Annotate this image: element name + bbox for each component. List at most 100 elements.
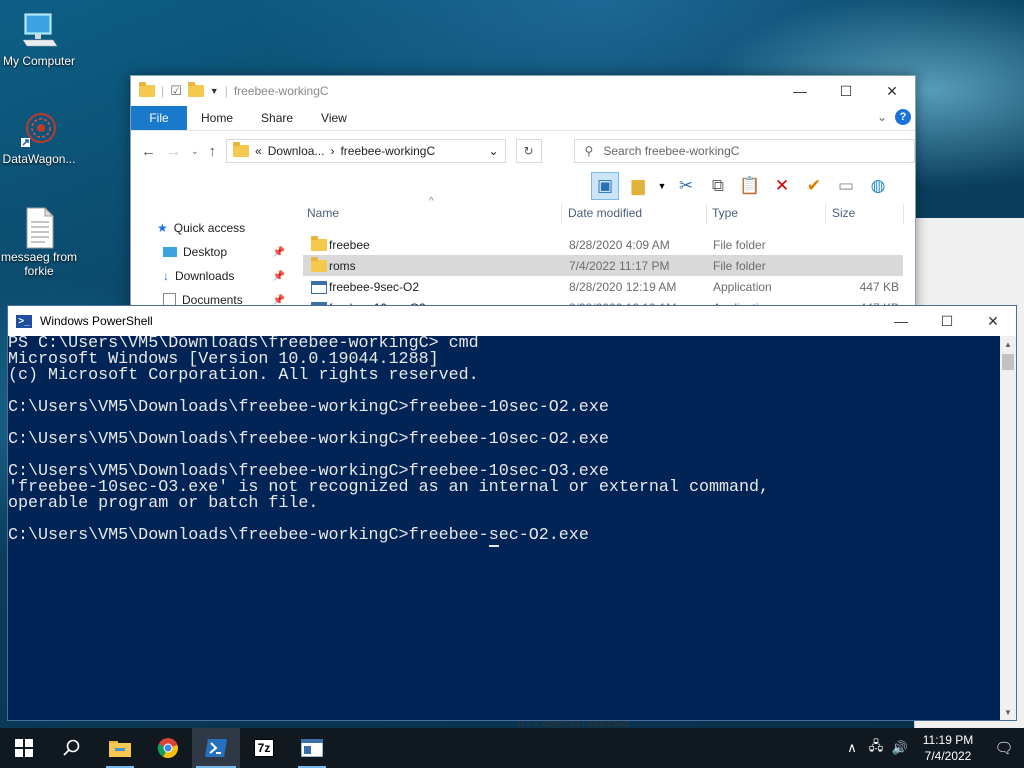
taskbar-chrome[interactable] xyxy=(144,728,192,768)
vertical-scrollbar[interactable]: ▲ ▼ xyxy=(1000,336,1016,720)
volume-icon[interactable]: 🔊 xyxy=(888,740,912,756)
powershell-title-bar[interactable]: >_ Windows PowerShell — ☐ ✕ xyxy=(8,306,1016,336)
minimize-button[interactable]: — xyxy=(777,76,823,106)
column-size[interactable]: Size xyxy=(832,206,855,220)
nav-downloads[interactable]: ↓ Downloads 📌 xyxy=(131,264,301,288)
rename-icon[interactable]: ▭ xyxy=(833,173,859,199)
pin-icon[interactable]: 📌 xyxy=(273,247,285,258)
new-folder-icon[interactable] xyxy=(187,82,204,97)
folder-icon xyxy=(311,236,327,251)
column-name[interactable]: Name xyxy=(307,206,339,220)
file-name: freebee xyxy=(329,238,370,252)
nav-quick-access[interactable]: ★ Quick access xyxy=(131,216,301,240)
check-icon[interactable]: ✔ xyxy=(801,173,827,199)
tab-share[interactable]: Share xyxy=(247,106,307,130)
nav-desktop[interactable]: Desktop 📌 xyxy=(131,240,301,264)
desktop-icon-label: DataWagon... xyxy=(2,152,76,166)
desktop-icon-message-file[interactable]: messaeg from forkie xyxy=(0,206,78,278)
folder-icon xyxy=(109,741,131,757)
breadcrumb-downloads[interactable]: Downloa... xyxy=(268,144,325,158)
taskbar-powershell[interactable] xyxy=(192,728,240,768)
refresh-button[interactable]: ↻ xyxy=(515,139,542,163)
expand-ribbon-icon[interactable]: ⌄ xyxy=(877,110,887,124)
file-row-selected[interactable]: roms 7/4/2022 11:17 PM File folder xyxy=(303,255,903,276)
help-icon[interactable]: ? xyxy=(895,109,911,125)
datawagon-icon xyxy=(19,108,59,148)
up-arrow-icon[interactable]: ↑ xyxy=(209,143,217,160)
tab-view[interactable]: View xyxy=(307,106,361,130)
explorer-title-bar[interactable]: | ☑ ▼ | freebee-workingC — ☐ ✕ xyxy=(131,76,915,106)
address-dropdown-icon[interactable]: ⌄ xyxy=(489,144,499,158)
desktop-icon-label: messaeg from forkie xyxy=(0,250,78,278)
network-icon[interactable]: 🖧 xyxy=(864,737,888,759)
column-date-modified[interactable]: Date modified xyxy=(568,206,642,220)
tab-file[interactable]: File xyxy=(131,106,187,130)
navigation-bar: ← → ⌄ ↑ « Downloa... › freebee-workingC … xyxy=(131,131,915,171)
delete-icon[interactable]: ✕ xyxy=(769,173,795,199)
new-folder-toolbar-icon[interactable]: ▆ xyxy=(625,173,651,199)
chevron-down-icon[interactable]: ▼ xyxy=(210,86,219,96)
taskbar-app-window[interactable] xyxy=(288,728,336,768)
console-line: (c) Microsoft Corporation. All rights re… xyxy=(8,366,479,385)
close-button[interactable]: ✕ xyxy=(970,306,1016,336)
system-tray: ∧ 🖧 🔊 11:19 PM 7/4/2022 🗨 xyxy=(840,728,1024,768)
window-app-icon xyxy=(301,739,323,757)
sort-ascending-icon: ^ xyxy=(429,196,434,207)
address-bar[interactable]: « Downloa... › freebee-workingC ⌄ xyxy=(226,139,506,163)
console-output[interactable]: PS C:\Users\VM5\Downloads\freebee-workin… xyxy=(8,336,1000,720)
paste-icon[interactable]: 📋 xyxy=(737,173,763,199)
console-line: C:\Users\VM5\Downloads\freebee-workingC>… xyxy=(8,430,609,449)
powershell-icon xyxy=(205,739,227,757)
file-explorer-window[interactable]: | ☑ ▼ | freebee-workingC — ☐ ✕ File Home… xyxy=(130,75,916,317)
input-after-cursor: ec-O2.exe xyxy=(498,526,589,545)
file-row[interactable]: freebee 8/28/2020 4:09 AM File folder xyxy=(303,234,903,255)
file-name: roms xyxy=(329,259,356,273)
desktop-icon-datawagon[interactable]: DataWagon... xyxy=(0,108,78,166)
file-type: File folder xyxy=(713,259,766,273)
dropdown-icon[interactable]: ▼ xyxy=(657,173,667,199)
globe-icon[interactable]: ◍ xyxy=(865,173,891,199)
taskbar-file-explorer[interactable] xyxy=(96,728,144,768)
nav-label: Quick access xyxy=(173,221,246,235)
taskbar-7zip[interactable]: 7z xyxy=(240,728,288,768)
clock-time: 11:19 PM xyxy=(922,733,974,747)
maximize-button[interactable]: ☐ xyxy=(924,306,970,336)
forward-arrow-icon[interactable]: → xyxy=(166,143,181,160)
scroll-up-icon[interactable]: ▲ xyxy=(1000,336,1016,352)
text-file-icon xyxy=(19,206,59,249)
notification-center-button[interactable]: 🗨 xyxy=(984,728,1024,768)
7zip-icon: 7z xyxy=(253,739,275,757)
start-button[interactable] xyxy=(0,728,48,768)
cut-icon[interactable]: ✂ xyxy=(673,173,699,199)
navigation-pane: ★ Quick access Desktop 📌 ↓ Downloads 📌 D… xyxy=(131,216,301,312)
powershell-window[interactable]: >_ Windows PowerShell — ☐ ✕ PS C:\Users\… xyxy=(7,305,1017,721)
desktop-icon-my-computer[interactable]: My Computer xyxy=(0,10,78,68)
copy-icon[interactable]: ⧉ xyxy=(705,173,731,199)
search-input[interactable]: ⚲ Search freebee-workingC xyxy=(573,139,915,163)
clock-date: 7/4/2022 xyxy=(924,749,972,763)
chrome-icon xyxy=(157,738,178,759)
file-row[interactable]: freebee-9sec-O2 8/28/2020 12:19 AM Appli… xyxy=(303,276,903,297)
maximize-button[interactable]: ☐ xyxy=(823,76,869,106)
file-list: Name ^ Date modified Type Size freebee 8… xyxy=(303,196,904,316)
file-date: 7/4/2022 11:17 PM xyxy=(569,259,670,273)
minimize-button[interactable]: — xyxy=(878,306,924,336)
breadcrumb-freebee-workingc[interactable]: freebee-workingC xyxy=(340,144,435,158)
chevron-up-icon[interactable]: ∧ xyxy=(840,740,864,756)
clock[interactable]: 11:19 PM 7/4/2022 xyxy=(918,732,978,764)
search-button[interactable] xyxy=(48,728,96,768)
tab-home[interactable]: Home xyxy=(187,106,247,130)
scroll-down-icon[interactable]: ▼ xyxy=(1000,704,1016,720)
downloads-icon: ↓ xyxy=(163,269,169,283)
console-input-line[interactable]: C:\Users\VM5\Downloads\freebee-workingC>… xyxy=(8,526,1000,547)
recent-locations-icon[interactable]: ⌄ xyxy=(191,146,199,157)
scroll-thumb[interactable] xyxy=(1002,354,1014,370)
properties-icon[interactable]: ☑ xyxy=(170,83,182,99)
file-date: 8/28/2020 4:09 AM xyxy=(569,238,670,252)
back-arrow-icon[interactable]: ← xyxy=(141,143,156,160)
pin-icon[interactable]: 📌 xyxy=(273,271,285,282)
preview-pane-icon[interactable]: ▣ xyxy=(591,172,619,200)
pin-icon[interactable]: 📌 xyxy=(273,295,285,306)
close-button[interactable]: ✕ xyxy=(869,76,915,106)
column-type[interactable]: Type xyxy=(712,206,738,220)
